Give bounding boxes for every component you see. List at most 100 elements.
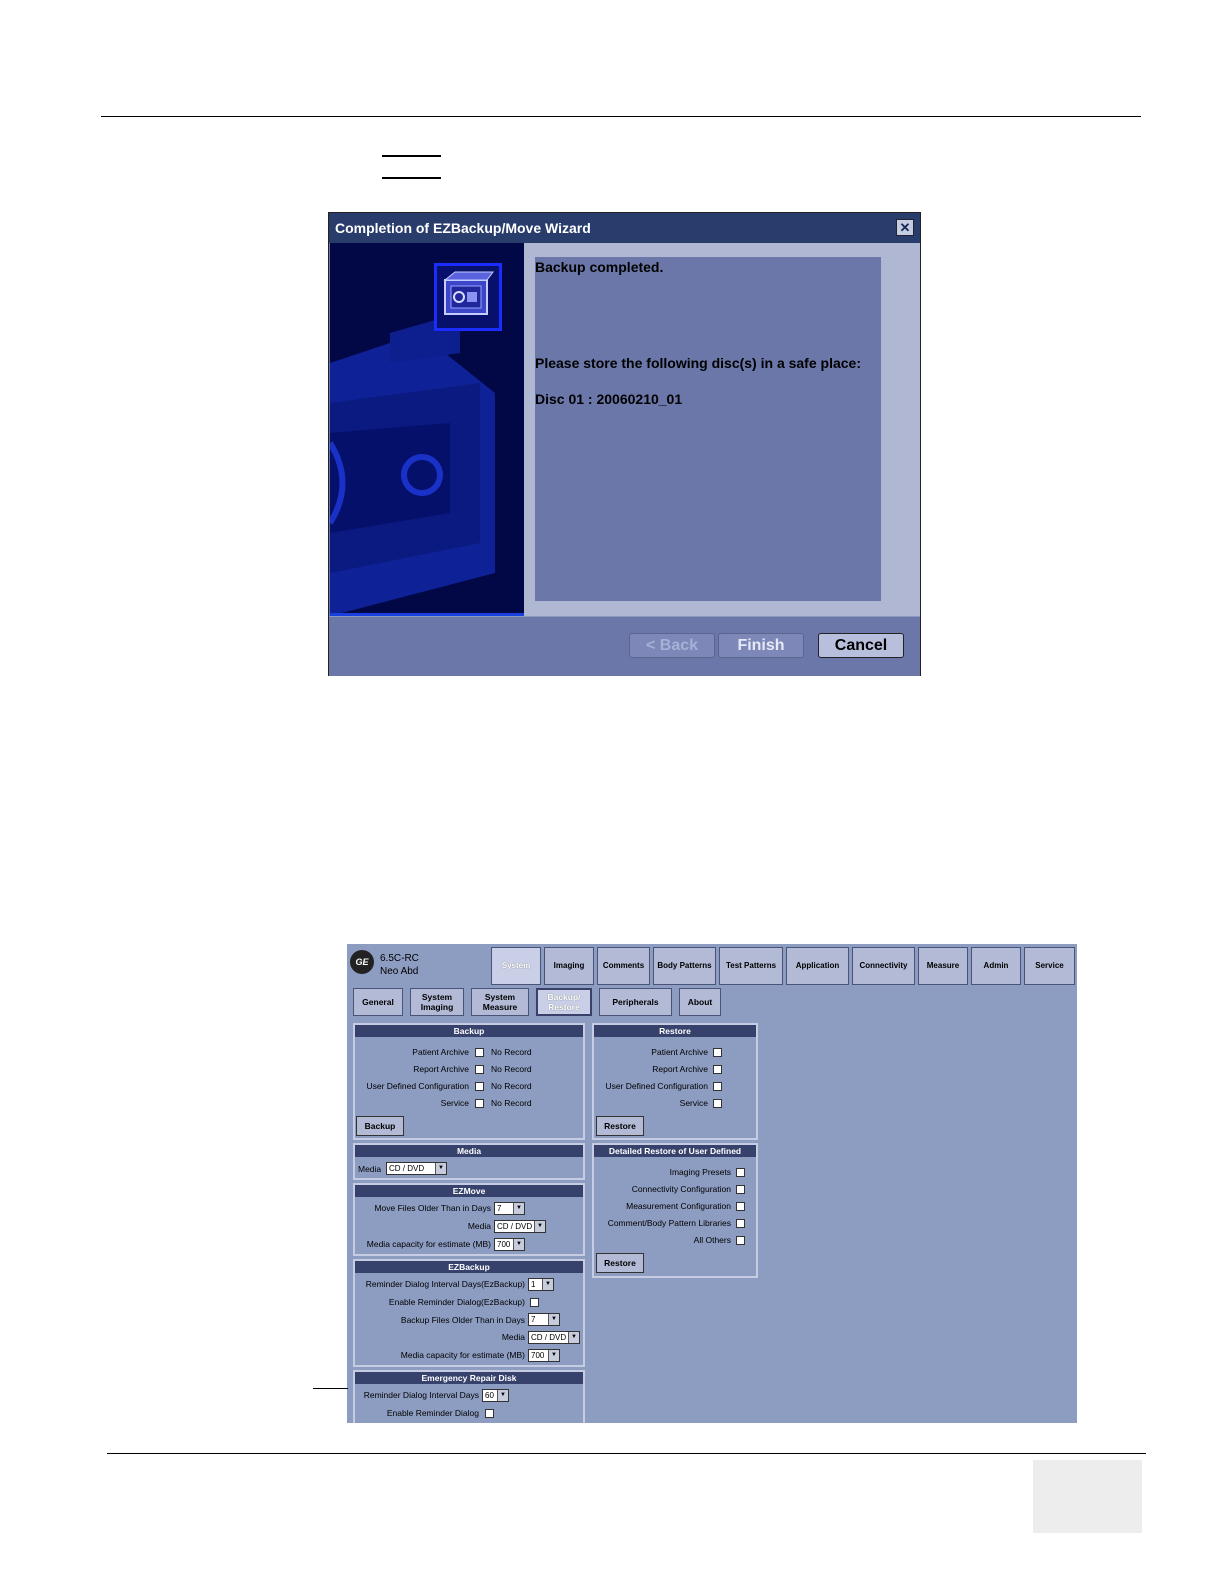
measurement-configuration-label: Measurement Configuration <box>626 1201 731 1211</box>
backup-button[interactable]: Backup <box>356 1116 404 1136</box>
footer-rule <box>107 1453 1146 1454</box>
footer-box <box>1033 1460 1142 1533</box>
restore-user-config-checkbox[interactable] <box>713 1082 722 1091</box>
ezbackup-reminder-label: Reminder Dialog Interval Days(EzBackup) <box>365 1279 525 1289</box>
tab-comments[interactable]: Comments <box>597 947 650 985</box>
chevron-down-icon: ▼ <box>548 1314 559 1325</box>
ezbackup-media-select[interactable]: CD / DVD ▼ <box>528 1331 580 1344</box>
restore-service-label: Service <box>679 1098 708 1108</box>
restore-patient-archive-checkbox[interactable] <box>713 1048 722 1057</box>
backup-service-label: Service <box>440 1098 469 1108</box>
backup-files-older-select[interactable]: 7 ▼ <box>528 1313 560 1326</box>
chevron-down-icon: ▼ <box>568 1332 579 1343</box>
ezbackup-capacity-label: Media capacity for estimate (MB) <box>400 1350 525 1360</box>
header-rule <box>101 116 1141 117</box>
ezmove-group-title: EZMove <box>355 1185 583 1197</box>
emergency-repair-title: Emergency Repair Disk <box>355 1372 583 1384</box>
chevron-down-icon: ▼ <box>548 1350 559 1361</box>
measurement-configuration-checkbox[interactable] <box>736 1202 745 1211</box>
tab-system[interactable]: System <box>491 947 541 985</box>
tab-test-patterns[interactable]: Test Patterns <box>719 947 783 985</box>
ezbackup-capacity-select[interactable]: 700 ▼ <box>528 1349 560 1362</box>
emergency-enable-label: Enable Reminder Dialog <box>386 1408 479 1418</box>
media-select[interactable]: CD / DVD ▼ <box>386 1162 447 1175</box>
connectivity-configuration-label: Connectivity Configuration <box>631 1184 731 1194</box>
backup-disc-icon <box>434 263 502 331</box>
software-version: 6.5C-RC <box>380 953 419 964</box>
backup-patient-archive-status: No Record <box>491 1047 532 1057</box>
backup-files-older-label: Backup Files Older Than in Days <box>400 1315 525 1325</box>
disc-id-text: Disc 01 : 20060210_01 <box>535 391 683 407</box>
media-label: Media <box>358 1164 382 1174</box>
chevron-down-icon: ▼ <box>513 1239 524 1250</box>
ezbackup-group-title: EZBackup <box>355 1261 583 1273</box>
probe-info: GE 6.5C-RC Neo Abd <box>347 944 490 987</box>
backup-patient-archive-checkbox[interactable] <box>475 1048 484 1057</box>
comment-body-pattern-checkbox[interactable] <box>736 1219 745 1228</box>
chevron-down-icon: ▼ <box>435 1163 446 1174</box>
imaging-presets-label: Imaging Presets <box>669 1167 731 1177</box>
restore-report-archive-checkbox[interactable] <box>713 1065 722 1074</box>
emergency-interval-label: Reminder Dialog Interval Days <box>363 1390 479 1400</box>
wizard-message-panel <box>535 257 881 601</box>
tab-application[interactable]: Application <box>786 947 849 985</box>
tab-service[interactable]: Service <box>1024 947 1075 985</box>
backup-completed-text: Backup completed. <box>535 259 664 275</box>
subtab-system-measure[interactable]: System Measure <box>471 988 529 1016</box>
emergency-interval-select[interactable]: 60 ▼ <box>482 1389 509 1402</box>
backup-report-archive-status: No Record <box>491 1064 532 1074</box>
comment-body-pattern-label: Comment/Body Pattern Libraries <box>607 1218 731 1228</box>
utility-config-screen: GE 6.5C-RC Neo Abd System Imaging Commen… <box>347 944 1077 1423</box>
ezmove-capacity-label: Media capacity for estimate (MB) <box>366 1239 491 1249</box>
chevron-down-icon: ▼ <box>542 1279 553 1290</box>
backup-user-config-label: User Defined Configuration <box>366 1081 469 1091</box>
connectivity-configuration-checkbox[interactable] <box>736 1185 745 1194</box>
tab-connectivity[interactable]: Connectivity <box>852 947 915 985</box>
ezbackup-enable-label: Enable Reminder Dialog(EzBackup) <box>388 1297 525 1307</box>
ge-logo: GE <box>350 950 374 974</box>
cancel-button[interactable]: Cancel <box>818 633 904 658</box>
backup-report-archive-checkbox[interactable] <box>475 1065 484 1074</box>
tab-admin[interactable]: Admin <box>971 947 1021 985</box>
subtab-system-imaging[interactable]: System Imaging <box>410 988 464 1016</box>
emergency-enable-checkbox[interactable] <box>485 1409 494 1418</box>
ezmove-media-select[interactable]: CD / DVD ▼ <box>494 1220 546 1233</box>
all-others-checkbox[interactable] <box>736 1236 745 1245</box>
restore-report-archive-label: Report Archive <box>652 1064 708 1074</box>
wizard-title: Completion of EZBackup/Move Wizard <box>329 213 920 243</box>
close-icon[interactable]: ✕ <box>896 219 914 236</box>
tab-measure[interactable]: Measure <box>918 947 968 985</box>
ezmove-capacity-select[interactable]: 700 ▼ <box>494 1238 525 1251</box>
subtab-general[interactable]: General <box>353 988 403 1016</box>
callout-line <box>313 1388 348 1389</box>
subtab-backup-restore[interactable]: Backup/ Restore <box>536 988 592 1016</box>
backup-patient-archive-label: Patient Archive <box>412 1047 469 1057</box>
tab-imaging[interactable]: Imaging <box>544 947 594 985</box>
ezbackup-wizard-dialog: Completion of EZBackup/Move Wizard ✕ Bac… <box>328 212 921 676</box>
backup-user-config-status: No Record <box>491 1081 532 1091</box>
backup-report-archive-label: Report Archive <box>413 1064 469 1074</box>
imaging-presets-checkbox[interactable] <box>736 1168 745 1177</box>
all-others-label: All Others <box>693 1235 731 1245</box>
store-disc-text: Please store the following disc(s) in a … <box>535 355 861 371</box>
backup-service-status: No Record <box>491 1098 532 1108</box>
restore-button[interactable]: Restore <box>596 1116 644 1136</box>
media-group-title: Media <box>355 1145 583 1157</box>
detailed-restore-button[interactable]: Restore <box>596 1253 644 1273</box>
finish-button[interactable]: Finish <box>718 633 804 658</box>
backup-group-title: Backup <box>355 1025 583 1037</box>
ezbackup-media-label: Media <box>501 1332 525 1342</box>
subtab-peripherals[interactable]: Peripherals <box>599 988 672 1016</box>
back-button[interactable]: < Back <box>629 633 715 658</box>
backup-user-config-checkbox[interactable] <box>475 1082 484 1091</box>
tab-body-patterns[interactable]: Body Patterns <box>653 947 716 985</box>
subtab-about[interactable]: About <box>679 988 721 1016</box>
ezbackup-reminder-select[interactable]: 1 ▼ <box>528 1278 554 1291</box>
backup-service-checkbox[interactable] <box>475 1099 484 1108</box>
move-files-older-select[interactable]: 7 ▼ <box>494 1202 525 1215</box>
restore-service-checkbox[interactable] <box>713 1099 722 1108</box>
ezbackup-enable-checkbox[interactable] <box>530 1298 539 1307</box>
blank-line-2 <box>382 177 441 179</box>
ezmove-media-label: Media <box>467 1221 491 1231</box>
detailed-restore-title: Detailed Restore of User Defined <box>594 1145 756 1157</box>
